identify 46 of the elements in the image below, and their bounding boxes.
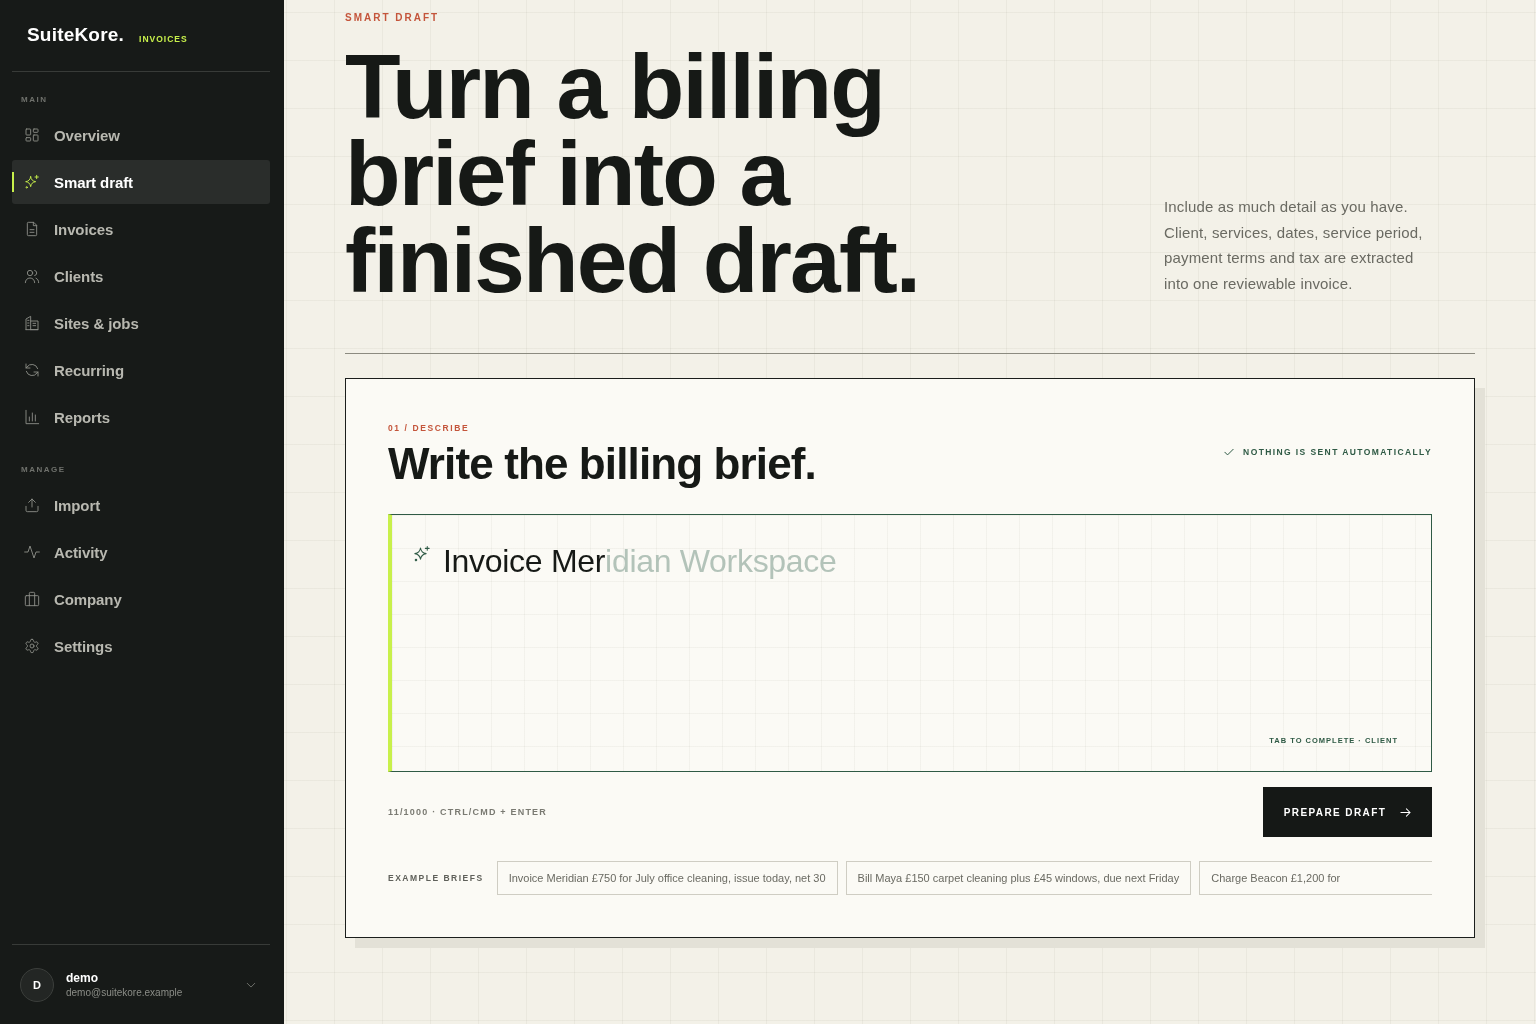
nav-item[interactable]: Recurring — [12, 348, 270, 392]
user-avatar: D — [20, 967, 54, 1002]
section-label: MAIN — [20, 95, 49, 105]
notice-text: NOTHING IS SENT AUTOMATICALLY — [1243, 447, 1432, 457]
brand-name: SuiteKore. — [27, 23, 125, 46]
typed-text: Invoice Mer — [443, 543, 606, 579]
nav-item[interactable]: Settings — [12, 624, 270, 668]
user-name: demo — [66, 971, 99, 985]
arrow-right-icon — [1400, 806, 1412, 818]
nav-item[interactable]: Import — [12, 483, 270, 527]
autocomplete-suggestion: idian Workspace — [605, 543, 837, 579]
briefcase-icon — [24, 591, 40, 607]
sparkle-icon — [24, 174, 40, 190]
settings-icon — [24, 638, 40, 654]
nav-item[interactable]: Smart draft — [12, 160, 270, 204]
nav-item[interactable]: Invoices — [12, 207, 270, 251]
check-icon — [1224, 447, 1235, 457]
page-description: Include as much detail as you have. Client, services, dates, service period, payment terms and tax are extracted into one reviewable invoice. — [1164, 197, 1424, 294]
grid-icon — [24, 127, 40, 143]
nav-item[interactable]: Activity — [12, 530, 270, 574]
example-chip[interactable]: Invoice Meridian £750 for July office cleaning, issue today, net 30 — [496, 861, 838, 895]
examples-label: EXAMPLE BRIEFS — [388, 873, 484, 883]
document-icon — [24, 221, 40, 237]
user-email: demo@suitekore.example — [66, 987, 184, 998]
card-title: Write the billing brief. — [388, 439, 816, 489]
nav-item[interactable]: Reports — [12, 395, 270, 439]
users-icon — [24, 268, 40, 284]
page-title: Turn a billing brief into a finished draft. — [345, 43, 921, 304]
section-label: MANAGE — [20, 465, 67, 475]
refresh-icon — [24, 362, 40, 378]
bar-chart-icon — [24, 409, 40, 425]
upload-icon — [24, 497, 40, 513]
nav-item[interactable]: Clients — [12, 254, 270, 298]
example-chip[interactable]: Charge Beacon £1,200 for — [1199, 861, 1432, 895]
nav-item[interactable]: Sites & jobs — [12, 301, 270, 345]
pulse-icon — [24, 544, 40, 560]
prepare-draft-button[interactable]: PREPARE DRAFT — [1263, 787, 1432, 837]
example-chip[interactable]: Bill Maya £150 carpet cleaning plus £45 windows, due next Friday — [845, 861, 1192, 895]
nav-item[interactable]: Overview — [12, 113, 270, 157]
step-label: 01 / DESCRIBE — [388, 423, 471, 433]
sparkle-icon — [413, 545, 431, 563]
character-counter: 11/1000 · CTRL/CMD + ENTER — [388, 807, 547, 817]
page-eyebrow: SMART DRAFT — [345, 12, 441, 24]
nav-item[interactable]: Company — [12, 577, 270, 621]
product-label: INVOICES — [139, 34, 188, 44]
building-icon — [24, 315, 40, 331]
